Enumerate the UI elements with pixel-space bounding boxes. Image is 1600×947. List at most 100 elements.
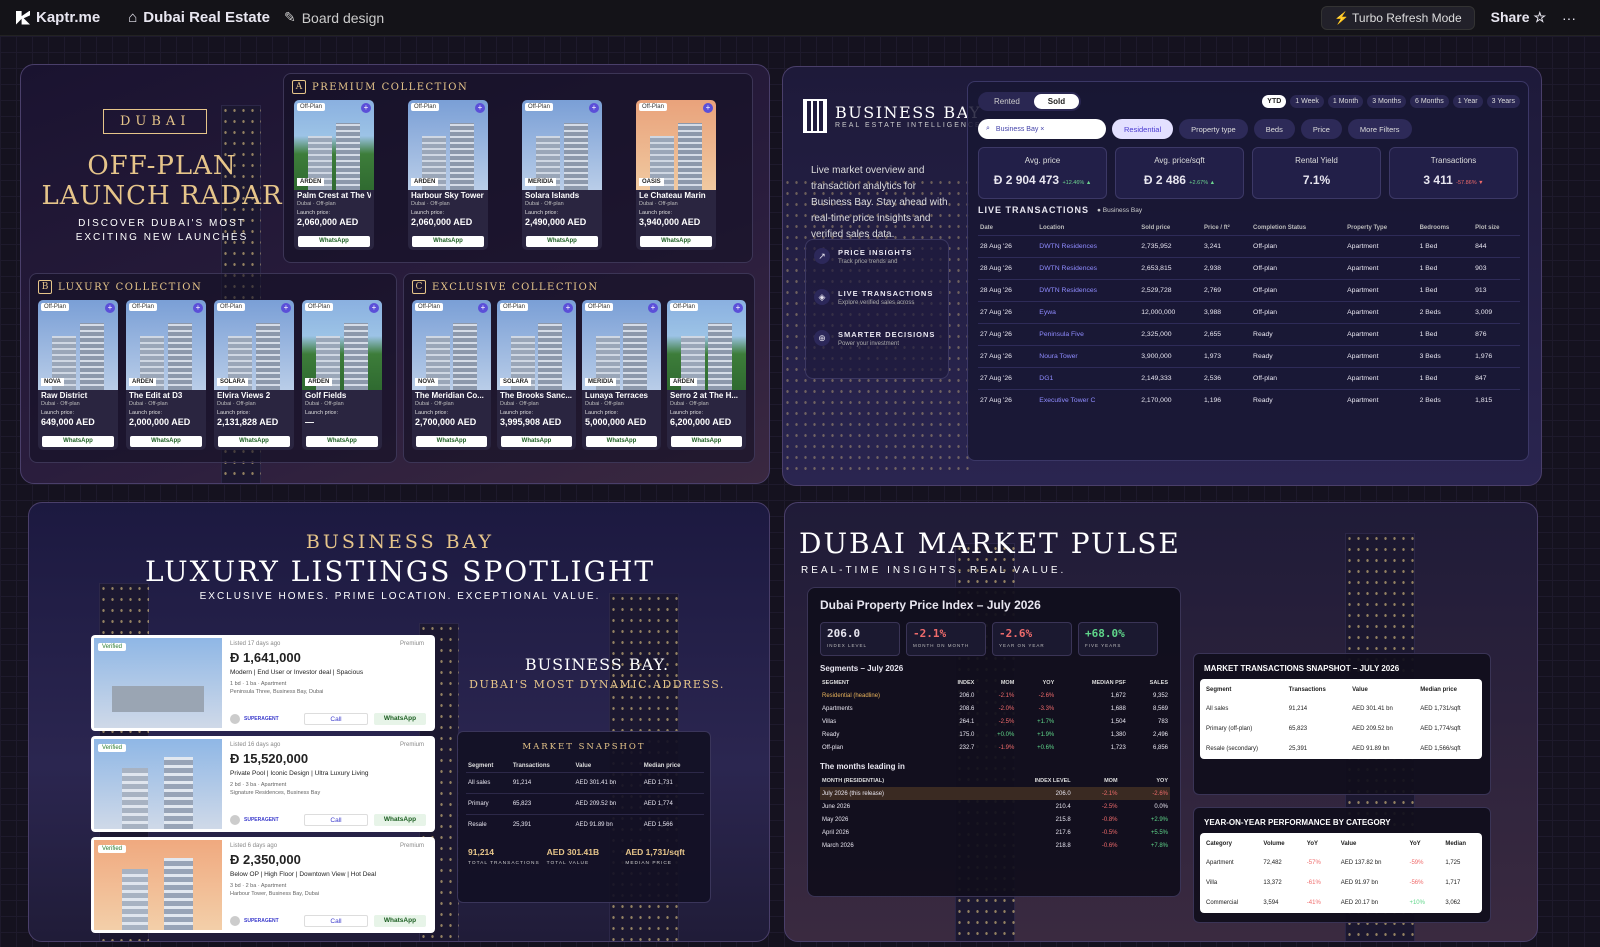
market-pulse-panel[interactable]: DUBAI MARKET PULSE REAL-TIME INSIGHTS. R… (784, 502, 1538, 942)
location-link[interactable]: DG1 (1037, 367, 1140, 390)
listing-photo[interactable]: Verified (94, 840, 222, 930)
listing-card[interactable]: Verified Listed 17 days ago Premium Đ 1,641… (91, 635, 435, 731)
project-card[interactable]: Off-Plan + ARDEN The Edit at D3 Dubai · Off-… (126, 300, 206, 450)
whatsapp-button[interactable]: WhatsApp (306, 436, 378, 447)
period-1-year[interactable]: 1 Year (1452, 95, 1483, 108)
whatsapp-button[interactable]: WhatsApp (526, 236, 598, 247)
app-name: Kaptr.me (36, 9, 101, 26)
board-title[interactable]: ⌂ Dubai Real Estate (128, 9, 270, 26)
call-button[interactable]: Call (304, 915, 368, 927)
agent-avatar (230, 916, 240, 926)
more-menu-icon[interactable]: ··· (1562, 10, 1576, 26)
add-icon[interactable]: + (475, 103, 485, 113)
project-card[interactable]: Off-Plan + ARDEN Harbour Sky Tower Dubai · O… (408, 100, 488, 250)
filter-more-filters[interactable]: More Filters (1347, 119, 1412, 139)
add-icon[interactable]: + (369, 303, 379, 313)
period-3-months[interactable]: 3 Months (1367, 95, 1406, 108)
period-1-week[interactable]: 1 Week (1290, 95, 1324, 108)
project-card[interactable]: Off-Plan + ARDEN Serro 2 at The H... Dubai ·… (667, 300, 746, 450)
project-card[interactable]: Off-Plan + MERIDIA Lunaya Terraces Dubai · O… (582, 300, 661, 450)
project-card[interactable]: Off-Plan + ARDEN Palm Crest at The ValleyDu… (294, 100, 374, 250)
table-row[interactable]: 28 Aug '26 DWTN Residences 2,653,815 2,938 O… (978, 257, 1520, 280)
project-card[interactable]: Off-Plan + OASIS Le Chateau Marin Dubai · Of… (636, 100, 716, 250)
whatsapp-button[interactable]: WhatsApp (671, 436, 742, 447)
whatsapp-button[interactable]: WhatsApp (374, 713, 426, 725)
add-icon[interactable]: + (648, 303, 658, 313)
project-card[interactable]: Off-Plan + MERIDIA Solara Islands Dubai · Of… (522, 100, 602, 250)
whatsapp-button[interactable]: WhatsApp (130, 436, 202, 447)
add-icon[interactable]: + (361, 103, 371, 113)
filter-property-type[interactable]: Property type (1179, 119, 1248, 139)
add-icon[interactable]: + (193, 303, 203, 313)
location-link[interactable]: Noura Tower (1037, 345, 1140, 368)
kpi-delta: +12.46% ▲ (1062, 180, 1092, 186)
listing-photo[interactable]: Verified (94, 638, 222, 728)
toggle-rented[interactable]: Rented (980, 94, 1034, 109)
board-design-button[interactable]: ✎ Board design (284, 9, 384, 26)
add-icon[interactable]: + (733, 303, 743, 313)
add-icon[interactable]: + (478, 303, 488, 313)
location-link[interactable]: Executive Tower C (1037, 389, 1140, 411)
table-row[interactable]: 28 Aug '26 DWTN Residences 2,735,952 3,241 O… (978, 235, 1520, 258)
business-bay-panel[interactable]: BUSINESS BAY REAL ESTATE INTELLIGENCE Liv… (782, 66, 1542, 486)
period-3-years[interactable]: 3 Years (1486, 95, 1520, 108)
project-card[interactable]: Off-Plan + NOVA Raw District Dubai · Off-pla… (38, 300, 118, 450)
luxury-listings-panel[interactable]: BUSINESS BAY LUXURY LISTINGS SPOTLIGHT E… (28, 502, 770, 942)
rented-sold-toggle[interactable]: Rented Sold (978, 92, 1082, 111)
whatsapp-button[interactable]: WhatsApp (501, 436, 572, 447)
whatsapp-button[interactable]: WhatsApp (374, 915, 426, 927)
search-chip[interactable]: Business Bay × (996, 126, 1044, 133)
whatsapp-button[interactable]: WhatsApp (640, 236, 712, 247)
star-icon[interactable]: ☆ (1533, 9, 1546, 25)
project-card[interactable]: Off-Plan + SOLARA The Brooks Sanc... Dubai ·… (497, 300, 576, 450)
app-logo[interactable]: Kaptr.me (16, 9, 100, 26)
location-link[interactable]: DWTN Residences (1037, 257, 1140, 280)
call-button[interactable]: Call (304, 713, 368, 725)
table-row[interactable]: 28 Aug '26 DWTN Residences 2,529,728 2,769 O… (978, 279, 1520, 302)
location-link[interactable]: DWTN Residences (1037, 235, 1140, 258)
whatsapp-button[interactable]: WhatsApp (416, 436, 487, 447)
table-row[interactable]: 27 Aug '26 Executive Tower C 2,170,000 1,19… (978, 389, 1520, 411)
period-1-month[interactable]: 1 Month (1327, 95, 1364, 108)
location-link[interactable]: DWTN Residences (1037, 279, 1140, 302)
filter-beds[interactable]: Beds (1253, 119, 1295, 139)
location-link[interactable]: Eywa (1037, 301, 1140, 324)
whatsapp-button[interactable]: WhatsApp (42, 436, 114, 447)
table-row[interactable]: 27 Aug '26 Noura Tower 3,900,000 1,973 Ready… (978, 345, 1520, 368)
table-row[interactable]: 27 Aug '26 Eywa 12,000,000 3,988 Off-plan Apa… (978, 301, 1520, 324)
table-row[interactable]: 27 Aug '26 DG1 2,149,333 2,536 Off-plan Apart… (978, 367, 1520, 390)
location-search-input[interactable]: ⌕ Business Bay × (978, 119, 1106, 139)
add-icon[interactable]: + (703, 103, 713, 113)
whatsapp-button[interactable]: WhatsApp (412, 236, 484, 247)
table-cell: Off-plan (1251, 367, 1346, 390)
period-6-months[interactable]: 6 Months (1409, 95, 1449, 108)
add-icon[interactable]: + (563, 303, 573, 313)
whatsapp-button[interactable]: WhatsApp (586, 436, 657, 447)
project-card[interactable]: Off-Plan + NOVA The Meridian Co... Dubai · O… (412, 300, 491, 450)
location-link[interactable]: Peninsula Five (1037, 323, 1140, 346)
launch-price-label: Launch price: (585, 410, 619, 416)
table-row[interactable]: 27 Aug '26 Peninsula Five 2,325,000 2,655 Re… (978, 323, 1520, 346)
add-icon[interactable]: + (281, 303, 291, 313)
whatsapp-button[interactable]: WhatsApp (374, 814, 426, 826)
filter-price[interactable]: Price (1300, 119, 1342, 139)
project-card[interactable]: Off-Plan + SOLARA Elvira Views 2 Dubai · Off… (214, 300, 294, 450)
whatsapp-button[interactable]: WhatsApp (298, 236, 370, 247)
turbo-refresh-button[interactable]: ⚡ Turbo Refresh Mode (1320, 5, 1475, 30)
filter-residential[interactable]: Residential (1112, 119, 1174, 139)
project-meta: Dubai · Off-plan (415, 401, 454, 407)
call-button[interactable]: Call (304, 814, 368, 826)
whatsapp-button[interactable]: WhatsApp (218, 436, 290, 447)
listing-card[interactable]: Verified Listed 6 days ago Premium Đ 2,350,… (91, 837, 435, 933)
project-card[interactable]: Off-Plan + ARDEN Golf Fields Dubai · Off-pla… (302, 300, 382, 450)
toggle-sold[interactable]: Sold (1033, 94, 1080, 109)
period-ytd[interactable]: YTD (1262, 95, 1287, 108)
offplan-panel[interactable]: DUBAI OFF-PLAN LAUNCH RADAR DISCOVER DUBA… (20, 64, 770, 484)
period-selector[interactable]: YTD 1 Week 1 Month 3 Months 6 Months 1 Year 3 … (1262, 95, 1528, 108)
table-cell: 3,062 (1445, 900, 1461, 906)
share-button[interactable]: Share ☆ (1491, 9, 1546, 26)
add-icon[interactable]: + (589, 103, 599, 113)
listing-card[interactable]: Verified Listed 16 days ago Premium Đ 15,52… (91, 736, 435, 832)
listing-photo[interactable]: Verified (94, 739, 222, 829)
add-icon[interactable]: + (105, 303, 115, 313)
